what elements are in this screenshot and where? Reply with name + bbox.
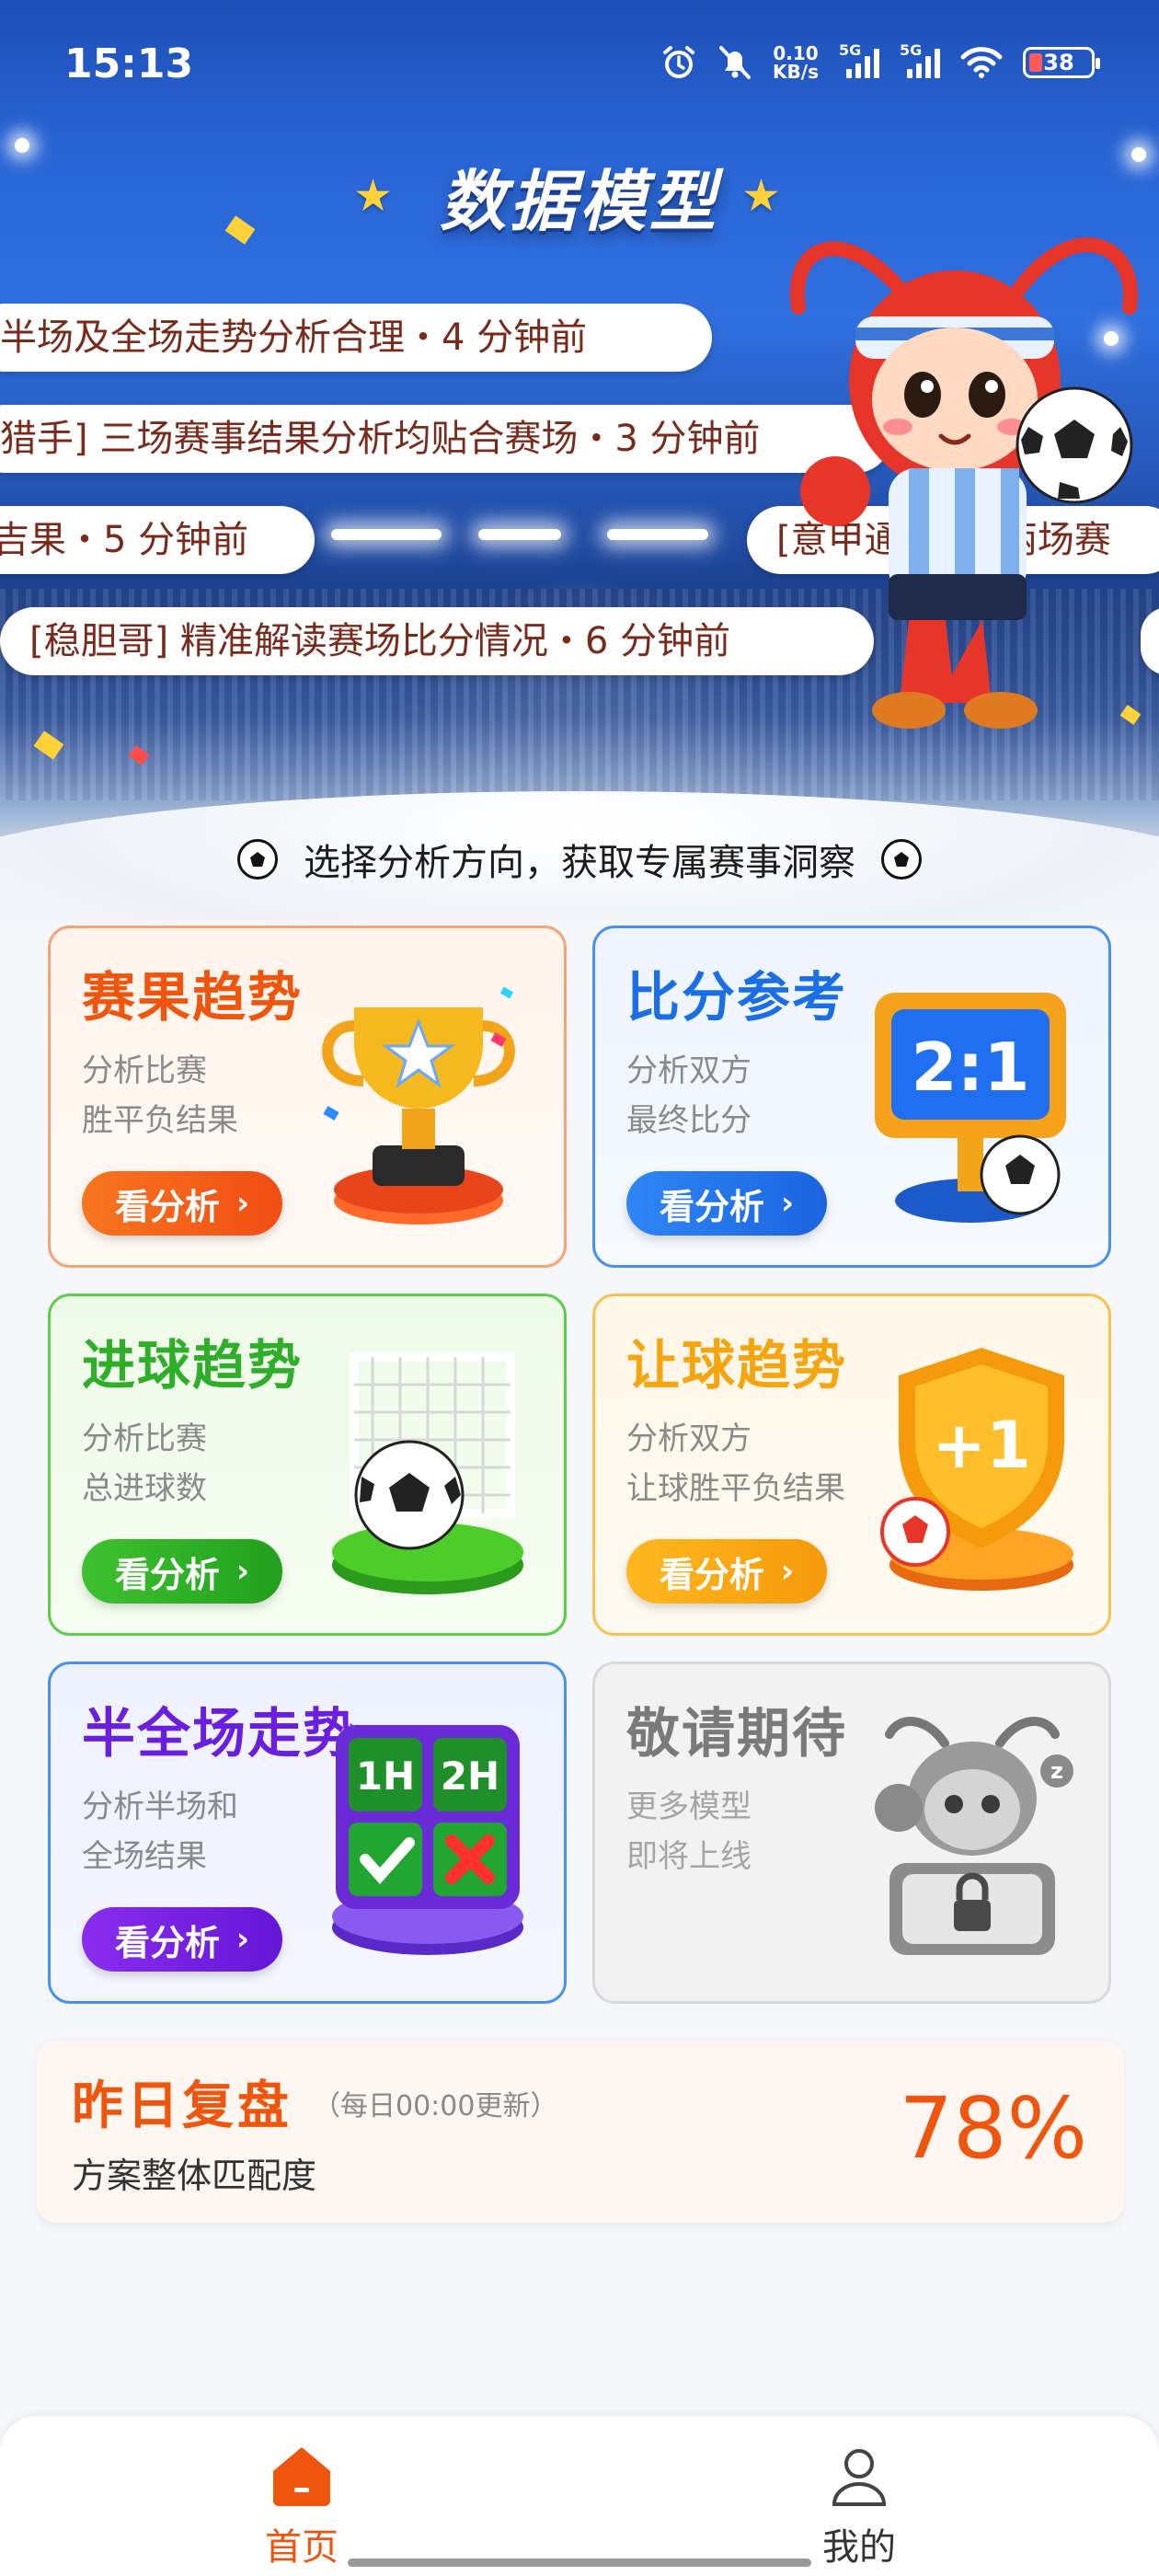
signal-5g-icon: 5G [900, 41, 940, 78]
battery-level: 38 [1043, 50, 1074, 75]
card-desc-line: 总进球数 [82, 1470, 207, 1507]
card-desc-line: 让球胜平负结果 [626, 1470, 845, 1507]
signal-tag: 5G [839, 41, 862, 59]
shield-plus-one-icon: +1 [880, 1348, 1073, 1591]
card-title: 比分参考 [626, 966, 848, 1029]
card-desc-line: 分析双方 [626, 1052, 752, 1089]
review-subtitle: 方案整体匹配度 [72, 2156, 317, 2196]
review-title: 昨日复盘 [72, 2076, 293, 2136]
card-description: 分析比赛 总进球数 [82, 1414, 207, 1513]
stadium-light [478, 529, 561, 540]
button-label: 看分析 [114, 1186, 220, 1227]
card-desc-line: 全场结果 [82, 1838, 207, 1875]
card-title: 半全场走势 [82, 1702, 359, 1765]
card-coming-soon: 敬请期待 更多模型 即将上线 z [592, 1662, 1111, 2004]
button-label: 看分析 [659, 1554, 764, 1595]
ticker-item[interactable]: 吉果・5 分钟前 [0, 506, 315, 574]
view-analysis-button[interactable]: 看分析 › [82, 1539, 282, 1604]
card-desc-line: 分析双方 [626, 1420, 752, 1457]
bottom-tab-bar: 首页 我的 [0, 2416, 1159, 2576]
half-full-board-icon: 1H 2H [332, 1725, 523, 1955]
card-description: 更多模型 即将上线 [626, 1782, 752, 1881]
card-half-full-trend[interactable]: 半全场走势 分析半场和 全场结果 看分析 › 1H 2H [48, 1662, 567, 2004]
view-analysis-button[interactable]: 看分析 › [626, 1171, 827, 1236]
button-label: 看分析 [659, 1186, 764, 1227]
alarm-icon [663, 46, 695, 78]
ticker-item[interactable]: [稳胆哥] 精准解读赛场比分情况・6 分钟前 [0, 607, 874, 675]
wifi-icon [960, 47, 1003, 78]
chevron-right-icon: › [236, 1553, 250, 1590]
card-title: 敬请期待 [626, 1702, 848, 1765]
card-title: 赛果趋势 [82, 966, 304, 1029]
home-icon [270, 2444, 334, 2508]
ticker-item[interactable]: 猎手] 三场赛事结果分析均贴合赛场・3 分钟前 [0, 405, 890, 473]
sleep-z-text: z [1050, 1758, 1063, 1784]
card-desc-line: 分析半场和 [82, 1788, 238, 1825]
net-speed-value: 0.10 [773, 42, 819, 64]
chevron-right-icon: › [781, 1553, 795, 1590]
tab-home[interactable]: 首页 [210, 2444, 394, 2570]
card-description: 分析双方 让球胜平负结果 [626, 1414, 845, 1513]
soccer-goal-icon [332, 1352, 523, 1594]
signal-5g-icon: 5G [839, 41, 879, 78]
view-analysis-button[interactable]: 看分析 › [82, 1907, 282, 1972]
card-match-result-trend[interactable]: 赛果趋势 分析比赛 胜平负结果 看分析 › [48, 926, 567, 1268]
card-title: 让球趋势 [626, 1334, 848, 1397]
card-desc-line: 最终比分 [626, 1102, 752, 1139]
card-description: 分析比赛 胜平负结果 [82, 1046, 238, 1145]
second-half-label: 2H [441, 1754, 499, 1799]
match-percentage: 78% [899, 2079, 1087, 2178]
stadium-light [331, 529, 442, 540]
locked-mascot-icon: z [875, 1717, 1073, 1955]
home-indicator[interactable] [348, 2559, 811, 2567]
first-half-label: 1H [356, 1754, 415, 1799]
card-desc-line: 分析比赛 [82, 1420, 207, 1457]
yesterday-review-card[interactable]: 昨日复盘 （每日00:00更新） 方案整体匹配度 78% [37, 2041, 1124, 2223]
chevron-right-icon: › [236, 1921, 250, 1958]
score-text: 2:1 [912, 1029, 1030, 1106]
button-label: 看分析 [114, 1922, 220, 1963]
bell-off-icon [719, 46, 752, 79]
chevron-right-icon: › [236, 1185, 250, 1222]
ticker-item[interactable]: 半场及全场走势分析合理・4 分钟前 [0, 304, 712, 372]
chevron-right-icon: › [781, 1185, 795, 1222]
user-icon [827, 2444, 891, 2508]
status-bar: 15:13 0.10 KB/s 5G 5G 38 [0, 0, 1159, 129]
card-description: 分析双方 最终比分 [626, 1046, 752, 1145]
card-description: 分析半场和 全场结果 [82, 1782, 238, 1881]
view-analysis-button[interactable]: 看分析 › [82, 1171, 282, 1236]
mascot-illustration [789, 237, 1138, 729]
status-time: 15:13 [64, 40, 194, 87]
subtitle-text: 选择分析方向，获取专属赛事洞察 [304, 842, 855, 884]
signal-tag: 5G [900, 41, 923, 59]
review-update-note: （每日00:00更新） [313, 2090, 558, 2122]
card-score-reference[interactable]: 比分参考 分析双方 最终比分 看分析 › 2:1 [592, 926, 1111, 1268]
card-desc-line: 更多模型 [626, 1788, 752, 1825]
card-handicap-trend[interactable]: 让球趋势 分析双方 让球胜平负结果 看分析 › +1 [592, 1294, 1111, 1636]
soccer-ball-icon [881, 839, 922, 880]
card-desc-line: 胜平负结果 [82, 1102, 238, 1139]
button-label: 看分析 [114, 1554, 220, 1595]
status-icons: 0.10 KB/s 5G 5G 38 [660, 41, 1100, 81]
card-title: 进球趋势 [82, 1334, 304, 1397]
scoreboard-icon: 2:1 [875, 993, 1066, 1223]
battery-icon: 38 [1023, 47, 1100, 78]
card-desc-line: 即将上线 [626, 1838, 752, 1875]
card-desc-line: 分析比赛 [82, 1052, 207, 1089]
stadium-light [607, 529, 708, 540]
card-goal-trend[interactable]: 进球趋势 分析比赛 总进球数 看分析 › [48, 1294, 567, 1636]
plus-one-text: +1 [932, 1408, 1030, 1483]
trophy-icon [322, 986, 515, 1225]
view-analysis-button[interactable]: 看分析 › [626, 1539, 827, 1604]
soccer-ball-icon [237, 839, 278, 880]
tab-mine[interactable]: 我的 [767, 2444, 951, 2570]
net-speed-unit: KB/s [773, 61, 819, 83]
net-speed: 0.10 KB/s [773, 44, 819, 81]
section-subtitle: 选择分析方向，获取专属赛事洞察 [0, 833, 1159, 886]
